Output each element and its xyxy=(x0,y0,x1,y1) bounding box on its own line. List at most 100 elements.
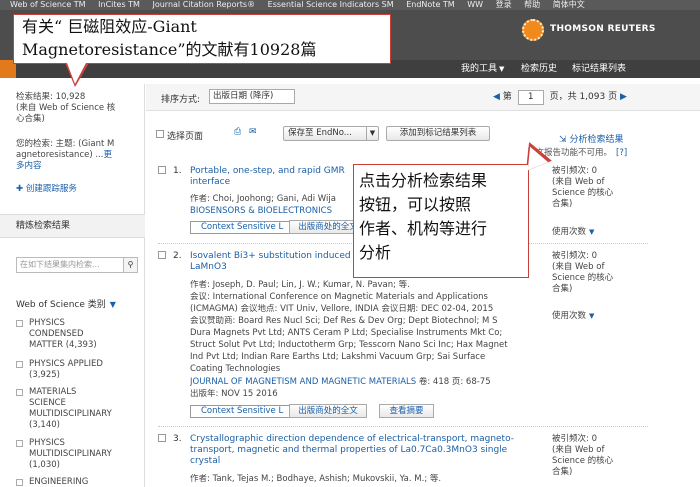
category-label-line: MULTIDISCIPLINARY xyxy=(29,449,112,459)
select-page-label: 选择页面 xyxy=(167,132,204,142)
cited-source: 合集) xyxy=(552,467,573,477)
callout-line: 点击分析检索结果 xyxy=(359,171,488,190)
alert-icon: ✚ xyxy=(16,184,24,194)
record-citation-count: 被引频次: 0 (来自 Web of Science 的核心 合集) xyxy=(552,251,642,295)
callout-line: Magnetoresistance”的文献有10928篇 xyxy=(22,40,317,59)
category-checkbox[interactable] xyxy=(16,479,23,486)
context-sensitive-link[interactable]: Context Sensitive L xyxy=(190,221,300,234)
help-link[interactable]: [?] xyxy=(616,148,627,158)
category-label: PHYSICS APPLIED (3,925) xyxy=(29,359,141,381)
category-label-line: SCIENCE xyxy=(29,398,66,408)
select-page-checkbox[interactable] xyxy=(156,130,164,138)
category-label-line: MATERIALS xyxy=(29,387,77,397)
record-conference: 会议赞助商: Board Res Nucl Sci; Def Res & Dev… xyxy=(190,316,498,326)
category-checkbox[interactable] xyxy=(16,320,23,327)
callout-line: 有关“ 巨磁阻效应-Giant xyxy=(22,17,197,36)
chevron-down-icon[interactable]: ▼ xyxy=(366,127,378,140)
topbar-link-help[interactable]: 帮助 xyxy=(524,0,540,10)
record-checkbox[interactable] xyxy=(158,434,166,442)
page-unit: 页 xyxy=(608,92,618,102)
nav-my-tools[interactable]: 我的工具 ▼ xyxy=(461,60,504,78)
print-icon[interactable]: ⎙ xyxy=(234,127,241,137)
search-icon[interactable]: ⚲ xyxy=(124,257,138,273)
nav-my-tools-label: 我的工具 xyxy=(461,64,498,74)
prev-page-icon[interactable]: ◀ xyxy=(493,92,500,102)
topbar-link-incites[interactable]: InCites TM xyxy=(98,0,140,10)
category-label-line: MATTER (4,393) xyxy=(29,340,97,350)
category-label-line: PHYSICS xyxy=(29,438,65,448)
page-prefix: 第 xyxy=(502,92,512,102)
more-content-link[interactable]: 多内容 xyxy=(16,161,138,172)
chevron-down-icon: ▼ xyxy=(589,228,595,236)
more-content-link[interactable]: 更 xyxy=(103,150,112,160)
category-label-line: (1,030) xyxy=(29,460,60,470)
email-icon[interactable]: ✉ xyxy=(249,127,257,137)
analyze-chart-icon: ⇲ xyxy=(559,135,567,145)
category-label: MATERIALS SCIENCE MULTIDISCIPLINARY (3,1… xyxy=(29,387,141,431)
cited-count[interactable]: 被引频次: 0 xyxy=(552,166,642,177)
save-to-endnote-button[interactable]: 保存至 EndNo... ▼ xyxy=(283,126,379,141)
topbar-link-language[interactable]: 简体中文 xyxy=(553,0,585,10)
annotation-callout-results-count: 有关“ 巨磁阻效应-Giant Magnetoresistance”的文献有10… xyxy=(13,14,391,64)
topbar-link-ww[interactable]: WW xyxy=(467,0,483,10)
record-title-line: crystal xyxy=(190,456,221,466)
category-checkbox[interactable] xyxy=(16,440,23,447)
record-checkbox[interactable] xyxy=(158,166,166,174)
category-checkbox[interactable] xyxy=(16,389,23,396)
add-to-marked-list-button[interactable]: 添加到标记结果列表 xyxy=(386,126,490,141)
record-conference: Dura Magnets Pvt Ltd; ANTS Ceram P Ltd; … xyxy=(190,328,503,338)
thomson-reuters-logo-icon xyxy=(522,19,544,41)
analyze-results-link[interactable]: ⇲ 分析检索结果 xyxy=(559,132,624,145)
next-page-icon[interactable]: ▶ xyxy=(620,92,627,102)
context-sensitive-link[interactable]: Context Sensitive L xyxy=(190,405,300,418)
create-alert-link[interactable]: ✚ 创建跟踪服务 xyxy=(16,184,138,195)
record-citation-count: 被引频次: 0 (来自 Web of Science 的核心 合集) xyxy=(552,434,642,478)
view-abstract-button[interactable]: 查看摘要 xyxy=(379,404,434,418)
usage-label: 使用次数 xyxy=(552,227,587,237)
wos-categories-heading[interactable]: Web of Science 类别 ▼ xyxy=(16,297,116,310)
topbar-link-wos[interactable]: Web of Science TM xyxy=(10,0,86,10)
record-authors: 作者: Tank, Tejas M.; Bodhaye, Ashish; Muk… xyxy=(190,474,442,484)
topbar-link-esi[interactable]: Essential Science Indicators SM xyxy=(268,0,394,10)
topbar-link-endnote[interactable]: EndNote TM xyxy=(406,0,454,10)
cited-source: Science 的核心 xyxy=(552,188,614,198)
cited-source: 合集) xyxy=(552,284,573,294)
topbar-link-login[interactable]: 登录 xyxy=(496,0,512,10)
results-count-line: 检索结果: 10,928 xyxy=(16,92,86,102)
category-label-line: ENGINEERING xyxy=(29,477,89,487)
callout-line: 作者、机构等进行 xyxy=(359,219,488,238)
cited-source: 合集) xyxy=(552,199,573,209)
category-label-line: PHYSICS APPLIED xyxy=(29,359,103,369)
results-source-line: (来自 Web of Science 核 xyxy=(16,103,116,113)
top-utility-bar: Web of Science TM InCites TM Journal Cit… xyxy=(0,0,700,10)
cited-source: (来自 Web of xyxy=(552,177,605,187)
record-checkbox[interactable] xyxy=(158,251,166,259)
cited-count[interactable]: 被引频次: 0 xyxy=(552,251,642,262)
record-pub-date: 出版年: NOV 15 2016 xyxy=(190,389,278,399)
topbar-link-jcr[interactable]: Journal Citation Reports® xyxy=(152,0,255,10)
record-conference: Ind Pvt Ltd; Indian Rare Earths Ltd; Lak… xyxy=(190,352,486,362)
record-divider xyxy=(158,426,648,427)
record-number: 1. xyxy=(173,166,182,176)
nav-marked-list[interactable]: 标记结果列表 xyxy=(572,60,626,78)
callout-pointer-fill xyxy=(67,63,86,84)
record-number: 2. xyxy=(173,251,182,261)
page-number-input[interactable]: 1 xyxy=(517,90,544,105)
refine-search-input[interactable]: 在如下结果集内检索... xyxy=(16,257,124,273)
usage-count-dropdown[interactable]: 使用次数 ▼ xyxy=(552,309,594,321)
category-label-line: (3,925) xyxy=(29,370,60,380)
query-line: 您的检索: 主题: (Giant M xyxy=(16,139,115,149)
cited-count[interactable]: 被引频次: 0 xyxy=(552,434,642,445)
publisher-fulltext-button[interactable]: 出版商处的全文 xyxy=(289,404,367,418)
record-title-link[interactable]: Crystallographic direction dependence of… xyxy=(190,434,545,467)
cited-source: Science 的核心 xyxy=(552,456,614,466)
sort-select[interactable]: 出版日期 (降序) xyxy=(209,89,295,104)
category-checkbox[interactable] xyxy=(16,361,23,368)
usage-count-dropdown[interactable]: 使用次数 ▼ xyxy=(552,225,594,237)
record-volume-pages: 卷: 418 页: 68-75 xyxy=(418,377,491,387)
record-conference: (ICMAGMA) 会议地点: VIT Univ, Vellore, INDIA… xyxy=(190,304,494,314)
nav-search-history[interactable]: 检索历史 xyxy=(521,60,557,78)
brand-name: THOMSON REUTERS xyxy=(550,24,656,34)
query-line: agnetoresistance) ... xyxy=(16,150,104,160)
record-journal[interactable]: JOURNAL OF MAGNETISM AND MAGNETIC MATERI… xyxy=(190,377,416,387)
